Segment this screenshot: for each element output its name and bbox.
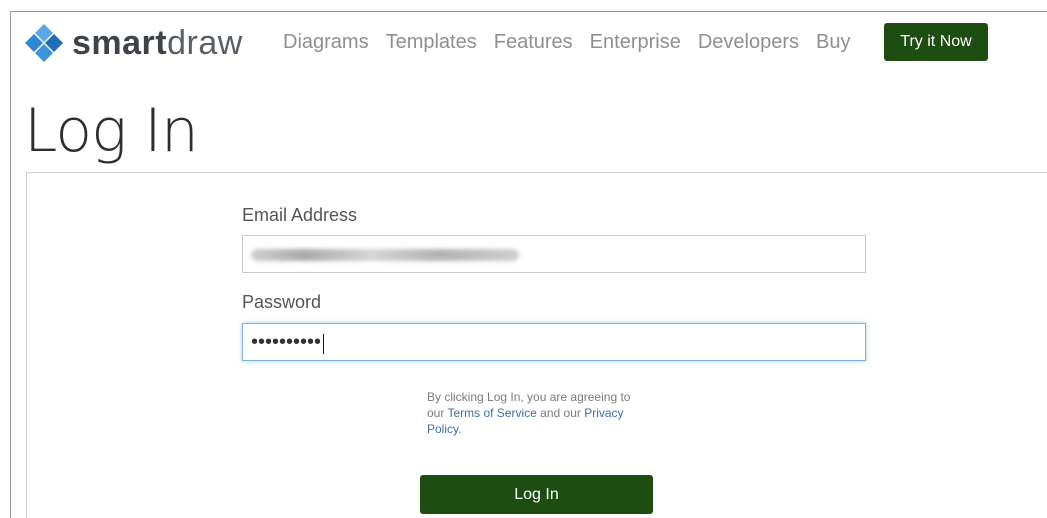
redacted-email-value xyxy=(251,249,519,261)
nav-features[interactable]: Features xyxy=(494,28,573,56)
nav-developers[interactable]: Developers xyxy=(698,28,799,56)
legal-suffix: . xyxy=(458,422,462,436)
smartdraw-logo[interactable]: smartdraw xyxy=(24,22,243,64)
try-it-now-button[interactable]: Try it Now xyxy=(884,23,988,61)
email-label: Email Address xyxy=(242,205,358,225)
text-caret xyxy=(323,333,325,354)
login-button[interactable]: Log In xyxy=(420,475,653,514)
password-value: •••••••••• xyxy=(251,331,322,353)
terms-of-service-link[interactable]: Terms of Service xyxy=(447,406,536,420)
nav-enterprise[interactable]: Enterprise xyxy=(590,28,681,56)
nav-buy[interactable]: Buy xyxy=(816,28,850,56)
legal-notice: By clicking Log In, you are agreeing to … xyxy=(427,389,647,437)
page-title: Log In xyxy=(24,96,199,166)
password-label: Password xyxy=(242,292,322,312)
diamond-logo-icon xyxy=(25,24,63,62)
nav-diagrams[interactable]: Diagrams xyxy=(283,28,369,56)
main-nav: Diagrams Templates Features Enterprise D… xyxy=(283,28,867,56)
legal-middle: and our xyxy=(536,406,585,420)
email-field[interactable] xyxy=(242,235,866,273)
password-field[interactable]: •••••••••• xyxy=(242,323,866,361)
logo-wordmark: smartdraw xyxy=(72,24,243,62)
nav-templates[interactable]: Templates xyxy=(386,28,477,56)
